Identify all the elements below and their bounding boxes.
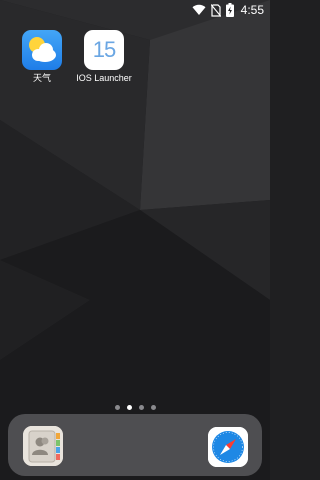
page-indicator[interactable] <box>0 404 270 412</box>
app-label-weather: 天气 <box>32 73 51 83</box>
status-time: 4:55 <box>240 3 264 17</box>
app-weather[interactable]: 天气 <box>12 30 72 86</box>
battery-charging-icon <box>225 3 234 17</box>
status-icons: 4:55 <box>192 2 264 18</box>
page-dot[interactable] <box>114 405 120 410</box>
weather-icon <box>22 30 62 70</box>
page-dot[interactable] <box>138 405 144 410</box>
wifi-icon <box>192 4 206 15</box>
safari-icon[interactable] <box>208 427 248 467</box>
app-ios-launcher[interactable]: 15 IOS Launcher <box>74 30 134 86</box>
page-dot[interactable] <box>150 405 156 410</box>
ios-15-icon: 15 <box>84 30 124 70</box>
no-sim-icon <box>210 3 221 17</box>
status-bar: 4:55 <box>0 0 270 20</box>
ios-15-number: 15 <box>92 37 116 62</box>
dock <box>8 414 262 476</box>
app-label-ios-launcher: IOS Launcher <box>76 73 132 83</box>
page-dot-active[interactable] <box>126 405 132 410</box>
contacts-icon[interactable] <box>23 426 63 466</box>
